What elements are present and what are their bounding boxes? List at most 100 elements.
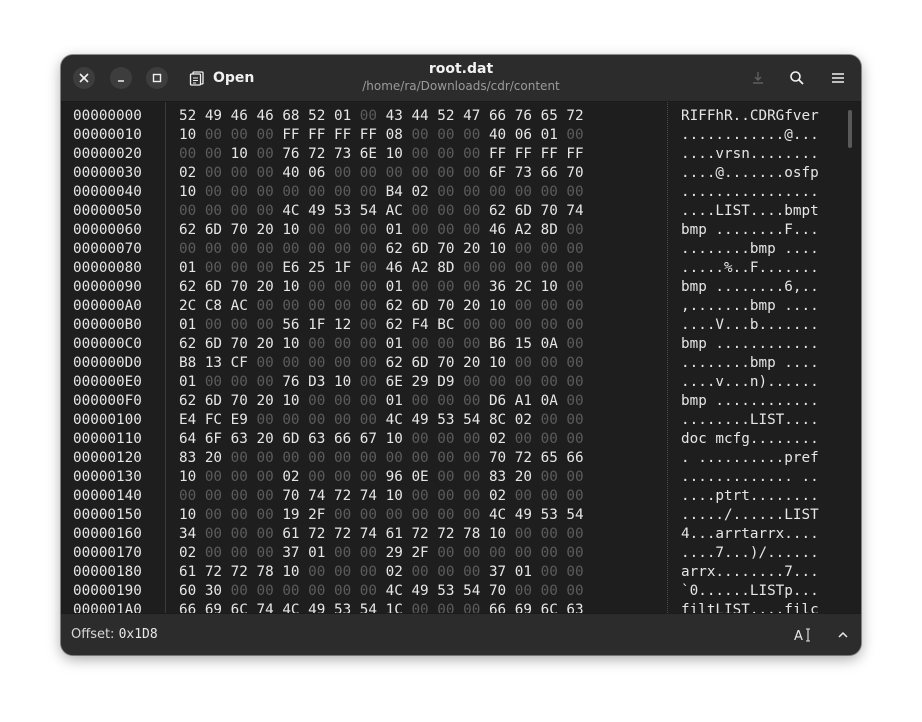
row-ascii[interactable]: RIFFhR..CDRGfver	[681, 107, 819, 126]
row-hex-bytes[interactable]: 00 00 00 00 70 74 72 74 10 00 00 00 02 0…	[179, 487, 584, 506]
row-ascii[interactable]: ....7...)/......	[681, 544, 819, 563]
insert-mode-toggle[interactable]: A	[791, 623, 815, 647]
ascii-divider	[667, 102, 668, 613]
row-ascii[interactable]: bmp ........6,..	[681, 278, 819, 297]
row-hex-bytes[interactable]: 00 00 00 00 00 00 00 00 62 6D 70 20 10 0…	[179, 240, 584, 259]
row-hex-bytes[interactable]: 62 6D 70 20 10 00 00 00 01 00 00 00 B6 1…	[179, 335, 584, 354]
chevron-up-icon	[838, 631, 848, 638]
maximize-button[interactable]	[146, 67, 168, 89]
close-button[interactable]	[73, 67, 95, 89]
row-ascii[interactable]: ....LIST....bmpt	[681, 202, 819, 221]
row-ascii[interactable]: bmp ............	[681, 335, 819, 354]
row-ascii[interactable]: doc mcfg........	[681, 430, 819, 449]
close-icon	[79, 73, 89, 83]
row-address: 00000060	[73, 222, 142, 238]
row-hex-bytes[interactable]: 66 69 6C 74 4C 49 53 54 1C 00 00 00 66 6…	[179, 601, 584, 613]
row-ascii[interactable]: . ..........pref	[681, 449, 819, 468]
row-address: 00000080	[73, 260, 142, 276]
row-address: 00000090	[73, 279, 142, 295]
row-ascii[interactable]: ....v...n)......	[681, 373, 819, 392]
row-hex-bytes[interactable]: 60 30 00 00 00 00 00 00 4C 49 53 54 70 0…	[179, 582, 584, 601]
open-button[interactable]: Open	[185, 65, 258, 91]
vertical-scrollbar[interactable]	[848, 110, 852, 148]
hamburger-menu-icon	[832, 73, 844, 83]
row-ascii[interactable]: ....@.......osfp	[681, 164, 819, 183]
row-ascii[interactable]: `0......LISTp...	[681, 582, 819, 601]
hex-editor-window: Open root.dat /home/ra/Downloads/cdr/con…	[61, 55, 861, 655]
header-bar: Open root.dat /home/ra/Downloads/cdr/con…	[61, 55, 861, 102]
minimize-button[interactable]	[110, 67, 132, 89]
row-address: 00000180	[73, 564, 142, 580]
row-ascii[interactable]: ........LIST....	[681, 411, 819, 430]
row-hex-bytes[interactable]: 64 6F 63 20 6D 63 66 67 10 00 00 00 02 0…	[179, 430, 584, 449]
download-icon	[753, 72, 763, 84]
row-ascii[interactable]: ....V...b.......	[681, 316, 819, 335]
hex-view[interactable]: 00000000 00000010 00000020 00000030 00000040…	[61, 102, 861, 613]
row-hex-bytes[interactable]: 01 00 00 00 E6 25 1F 00 46 A2 8D 00 00 0…	[179, 259, 584, 278]
address-divider	[165, 102, 166, 613]
row-hex-bytes[interactable]: B8 13 CF 00 00 00 00 00 62 6D 70 20 10 0…	[179, 354, 584, 373]
row-hex-bytes[interactable]: 62 6D 70 20 10 00 00 00 01 00 00 00 D6 A…	[179, 392, 584, 411]
row-hex-bytes[interactable]: 00 00 00 00 4C 49 53 54 AC 00 00 00 62 6…	[179, 202, 584, 221]
row-hex-bytes[interactable]: 02 00 00 00 37 01 00 00 29 2F 00 00 00 0…	[179, 544, 584, 563]
row-address: 00000030	[73, 165, 142, 181]
row-ascii[interactable]: .....%..F.......	[681, 259, 819, 278]
ascii-column[interactable]: RIFFhR..CDRGfver ............@... ....vrsn…	[681, 107, 819, 613]
open-button-label: Open	[213, 70, 255, 86]
row-ascii[interactable]: ........bmp ....	[681, 240, 819, 259]
row-ascii[interactable]: ............@...	[681, 126, 819, 145]
row-hex-bytes[interactable]: 10 00 00 00 00 00 00 00 B4 02 00 00 00 0…	[179, 183, 584, 202]
row-address: 00000110	[73, 431, 142, 447]
row-ascii[interactable]: ....ptrt........	[681, 487, 819, 506]
hex-column[interactable]: 52 49 46 46 68 52 01 00 43 44 52 47 66 7…	[179, 107, 584, 613]
row-address: 00000160	[73, 526, 142, 542]
row-ascii[interactable]: ........bmp ....	[681, 354, 819, 373]
row-hex-bytes[interactable]: 10 00 00 00 19 2F 00 00 00 00 00 00 4C 4…	[179, 506, 584, 525]
row-hex-bytes[interactable]: 01 00 00 00 76 D3 10 00 6E 29 D9 00 00 0…	[179, 373, 584, 392]
row-hex-bytes[interactable]: 61 72 72 78 10 00 00 00 02 00 00 00 37 0…	[179, 563, 584, 582]
row-hex-bytes[interactable]: 00 00 10 00 76 72 73 6E 10 00 00 00 FF F…	[179, 145, 584, 164]
offset-value: 0x1D8	[118, 627, 158, 642]
offset-label: Offset:	[71, 627, 115, 642]
row-address: 00000000	[73, 108, 142, 124]
row-address: 000000A0	[73, 298, 142, 314]
expand-button[interactable]	[831, 623, 855, 647]
row-hex-bytes[interactable]: 34 00 00 00 61 72 72 74 61 72 72 78 10 0…	[179, 525, 584, 544]
row-hex-bytes[interactable]: 10 00 00 00 02 00 00 00 96 0E 00 00 83 2…	[179, 468, 584, 487]
row-hex-bytes[interactable]: 10 00 00 00 FF FF FF FF 08 00 00 00 40 0…	[179, 126, 584, 145]
row-ascii[interactable]: arrx........7...	[681, 563, 819, 582]
save-button[interactable]	[746, 66, 770, 90]
row-hex-bytes[interactable]: 83 20 00 00 00 00 00 00 00 00 00 00 70 7…	[179, 449, 584, 468]
search-icon	[790, 71, 804, 85]
search-button[interactable]	[785, 66, 809, 90]
address-column: 00000000 00000010 00000020 00000030 00000040…	[73, 107, 142, 613]
row-hex-bytes[interactable]: 01 00 00 00 56 1F 12 00 62 F4 BC 00 00 0…	[179, 316, 584, 335]
row-ascii[interactable]: ,.......bmp ....	[681, 297, 819, 316]
open-file-icon	[189, 71, 204, 86]
offset-readout: Offset: 0x1D8	[71, 627, 158, 642]
row-address: 00000170	[73, 545, 142, 561]
row-address: 000000C0	[73, 336, 142, 352]
maximize-icon	[152, 73, 162, 83]
title-block: root.dat /home/ra/Downloads/cdr/content	[311, 61, 611, 94]
row-address: 00000130	[73, 469, 142, 485]
row-address: 00000010	[73, 127, 142, 143]
row-ascii[interactable]: 4...arrtarrx....	[681, 525, 819, 544]
row-ascii[interactable]: bmp ........F...	[681, 221, 819, 240]
row-ascii[interactable]: ...../......LIST	[681, 506, 819, 525]
row-hex-bytes[interactable]: 52 49 46 46 68 52 01 00 43 44 52 47 66 7…	[179, 107, 584, 126]
window-title: root.dat	[428, 61, 494, 77]
main-menu-button[interactable]	[826, 66, 850, 90]
row-hex-bytes[interactable]: 02 00 00 00 40 06 00 00 00 00 00 00 6F 7…	[179, 164, 584, 183]
row-hex-bytes[interactable]: 62 6D 70 20 10 00 00 00 01 00 00 00 36 2…	[179, 278, 584, 297]
row-ascii[interactable]: ................	[681, 183, 819, 202]
row-ascii[interactable]: ............. ..	[681, 468, 819, 487]
row-hex-bytes[interactable]: E4 FC E9 00 00 00 00 00 4C 49 53 54 8C 0…	[179, 411, 584, 430]
row-hex-bytes[interactable]: 62 6D 70 20 10 00 00 00 01 00 00 00 46 A…	[179, 221, 584, 240]
minimize-icon	[118, 80, 124, 82]
row-hex-bytes[interactable]: 2C C8 AC 00 00 00 00 00 62 6D 70 20 10 0…	[179, 297, 584, 316]
row-ascii[interactable]: bmp ............	[681, 392, 819, 411]
svg-text:A: A	[794, 629, 803, 643]
row-ascii[interactable]: filtLIST....filc	[681, 601, 819, 613]
row-ascii[interactable]: ....vrsn........	[681, 145, 819, 164]
